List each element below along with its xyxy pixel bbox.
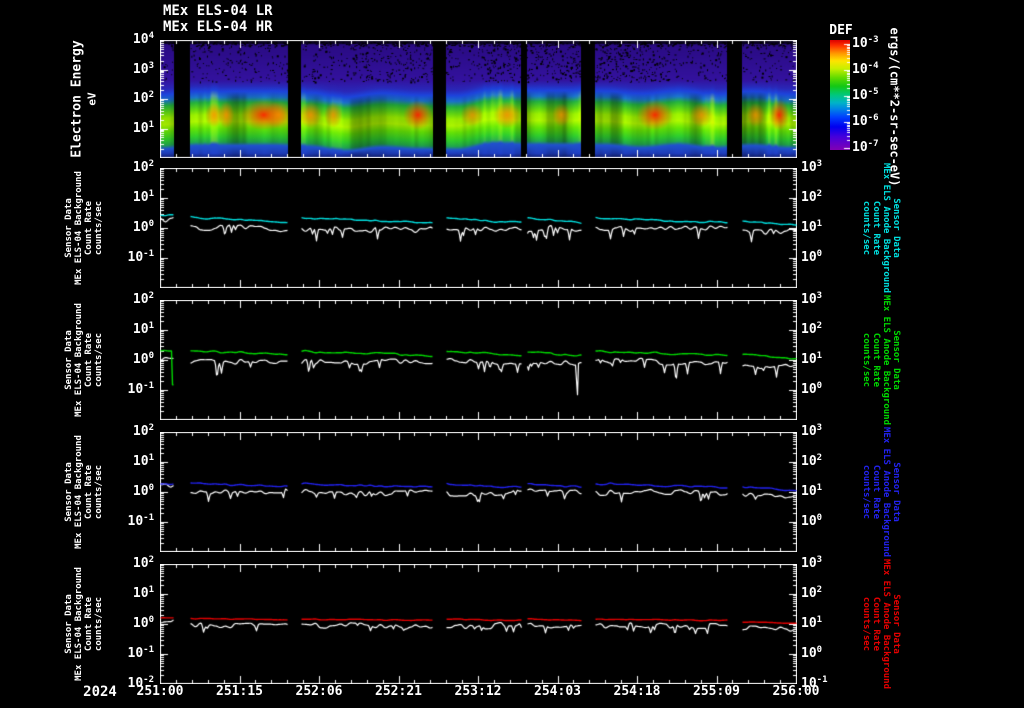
spec-ytick-label: 104	[132, 31, 154, 47]
colorbar-canvas	[830, 40, 850, 150]
panel-right-tick-label: 103	[801, 291, 823, 307]
electron-energy-label: Electron Energy	[70, 40, 85, 158]
panel-left-tick-label: 102	[132, 423, 154, 439]
panel-left-tick-label: 10-2	[127, 675, 155, 691]
colorbar-tick-label: 10-3	[852, 35, 879, 51]
time-tick-label: 253:12	[454, 684, 502, 699]
panel-left-tick-label: 10-1	[127, 381, 155, 397]
panel-left-axis-label: Sensor Data MEx ELS-04 Background Count Ra…	[58, 300, 110, 420]
line-panel-canvas-1	[160, 168, 797, 288]
panel-left-axis-label-text: Sensor Data MEx ELS-04 Background Count Ra…	[64, 567, 105, 681]
panel-right-tick-label: 101	[801, 351, 823, 367]
panel-right-tick-label: 101	[801, 615, 823, 631]
spectrogram-ylabel: Electron Energy eV	[60, 40, 110, 158]
panel-right-axis-label: Sensor Data MEx ELS Anode Background Count…	[853, 295, 909, 425]
time-tick-label: 255:09	[693, 684, 740, 699]
plot-title-hr: MEx ELS-04 HR	[163, 19, 273, 35]
panel-left-tick-label: 101	[132, 189, 154, 205]
time-tick-label: 252:21	[375, 684, 422, 699]
panel-right-tick-label: 102	[801, 453, 823, 469]
panel-right-tick-label: 103	[801, 159, 823, 175]
panel-left-tick-label: 100	[132, 615, 154, 631]
time-tick-label: 254:03	[534, 684, 581, 699]
panel-left-axis-label-text: Sensor Data MEx ELS-04 Background Count Ra…	[64, 303, 105, 417]
plot-title-lr: MEx ELS-04 LR	[163, 3, 273, 19]
panel-right-tick-label: 102	[801, 189, 823, 205]
colorbar-tick-label: 10-5	[852, 87, 879, 103]
colorbar-tick-label: 10-4	[852, 61, 879, 77]
spec-ytick-label: 101	[132, 119, 154, 136]
panel-left-tick-label: 101	[132, 585, 154, 601]
panel-right-tick-label: 100	[801, 381, 823, 397]
panel-right-tick-label: 10-1	[801, 675, 828, 691]
colorbar-tick-label: 10-6	[852, 113, 879, 129]
panel-right-axis-label: Sensor Data MEx ELS Anode Background Count…	[853, 427, 909, 557]
panel-left-tick-label: 100	[132, 219, 154, 235]
panel-left-axis-label: Sensor Data MEx ELS-04 Background Count Ra…	[58, 168, 110, 288]
panel-right-axis-label: Sensor Data MEx ELS Anode Background Count…	[853, 559, 909, 689]
panel-right-axis-label-text: Sensor Data MEx ELS Anode Background Count…	[861, 294, 902, 426]
panel-left-axis-label-text: Sensor Data MEx ELS-04 Background Count Ra…	[64, 435, 105, 549]
line-panel-canvas-3	[160, 432, 797, 552]
plot-window: MEx ELS-04 LR MEx ELS-04 HR Electron Ene…	[0, 0, 1024, 708]
panel-right-tick-label: 101	[801, 219, 823, 235]
line-panel-canvas-4	[160, 564, 797, 684]
panel-right-axis-label-text: Sensor Data MEx ELS Anode Background Count…	[861, 426, 902, 558]
panel-left-tick-label: 102	[132, 291, 154, 307]
panel-left-axis-label: Sensor Data MEx ELS-04 Background Count Ra…	[58, 564, 110, 684]
panel-right-tick-label: 102	[801, 321, 823, 337]
panel-left-tick-label: 102	[132, 555, 154, 571]
panel-left-tick-label: 100	[132, 483, 154, 499]
panel-left-tick-label: 10-1	[127, 249, 155, 265]
time-tick-label: 254:18	[613, 684, 661, 699]
panel-right-axis-label-text: Sensor Data MEx ELS Anode Background Count…	[861, 558, 902, 690]
panel-left-tick-label: 10-1	[127, 513, 155, 529]
panel-left-tick-label: 101	[132, 453, 154, 469]
line-panel-canvas-2	[160, 300, 797, 420]
panel-right-axis-label: Sensor Data MEx ELS Anode Background Count…	[853, 163, 909, 293]
colorbar-tick-label: 10-7	[852, 139, 879, 155]
panel-right-tick-label: 102	[801, 585, 823, 601]
panel-right-tick-label: 100	[801, 249, 823, 265]
time-tick-label: 252:06	[295, 684, 343, 699]
ev-label: eV	[86, 92, 99, 106]
panel-left-axis-label: Sensor Data MEx ELS-04 Background Count Ra…	[58, 432, 110, 552]
panel-left-tick-label: 101	[132, 321, 154, 337]
panel-left-tick-label: 102	[132, 159, 154, 175]
panel-right-tick-label: 103	[801, 555, 823, 571]
spectrogram-canvas	[160, 40, 797, 158]
panel-right-tick-label: 103	[801, 423, 823, 439]
panel-right-tick-label: 100	[801, 513, 823, 529]
panel-right-axis-label-text: Sensor Data MEx ELS Anode Background Count…	[861, 162, 902, 294]
spec-ytick-label: 103	[132, 60, 154, 77]
spec-ytick-label: 102	[132, 90, 154, 106]
panel-left-axis-label-text: Sensor Data MEx ELS-04 Background Count Ra…	[64, 171, 105, 285]
panel-left-tick-label: 10-1	[127, 645, 155, 661]
panel-left-tick-label: 100	[132, 351, 154, 367]
time-tick-label: 251:15	[216, 684, 263, 699]
panel-right-tick-label: 101	[801, 483, 823, 499]
panel-right-tick-label: 100	[801, 645, 823, 661]
